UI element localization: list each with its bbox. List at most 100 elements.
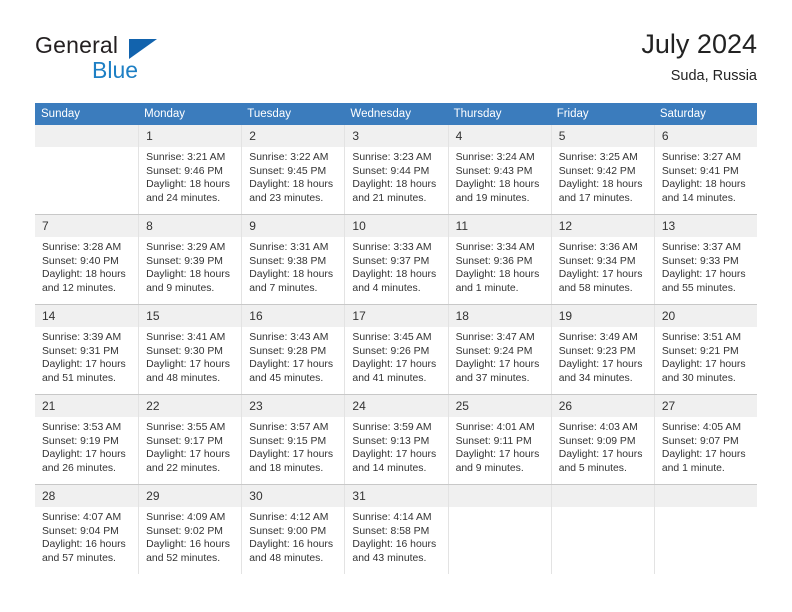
day-cell-inner [447, 485, 551, 574]
calendar-day-cell[interactable]: 29 Sunrise: 4:09 AM Sunset: 9:02 PM Dayligh… [138, 484, 242, 574]
calendar-day-cell[interactable]: 19 Sunrise: 3:49 AM Sunset: 9:23 PM Dayligh… [550, 304, 654, 395]
weekday-header-friday: Friday [550, 103, 654, 125]
sunset-text: Sunset: 9:04 PM [42, 525, 119, 537]
calendar-day-cell[interactable]: 26 Sunrise: 4:03 AM Sunset: 9:09 PM Dayligh… [550, 394, 654, 485]
calendar-day-cell[interactable]: 23 Sunrise: 3:57 AM Sunset: 9:15 PM Dayligh… [241, 394, 345, 485]
day-number: 29 [139, 485, 242, 507]
day-cell-inner [653, 485, 757, 574]
daylight-text-cont: and 1 minute. [455, 282, 519, 294]
day-cell-inner: 13 Sunrise: 3:37 AM Sunset: 9:33 PM Dayligh… [653, 215, 757, 304]
calendar-day-cell[interactable]: 18 Sunrise: 3:47 AM Sunset: 9:24 PM Dayligh… [447, 304, 551, 395]
daylight-text-cont: and 9 minutes. [146, 282, 215, 294]
daylight-text: Daylight: 16 hours [42, 539, 126, 551]
calendar-day-cell[interactable]: 15 Sunrise: 3:41 AM Sunset: 9:30 PM Dayligh… [138, 304, 242, 395]
daylight-text: Daylight: 18 hours [249, 269, 334, 281]
sunset-text: Sunset: 9:30 PM [146, 345, 223, 357]
calendar-day-cell[interactable]: 22 Sunrise: 3:55 AM Sunset: 9:17 PM Dayligh… [138, 394, 242, 485]
calendar-day-cell[interactable]: 5 Sunrise: 3:25 AM Sunset: 9:42 PM Daylight… [550, 125, 654, 215]
day-cell-inner: 15 Sunrise: 3:41 AM Sunset: 9:30 PM Dayligh… [138, 305, 242, 394]
calendar-empty-cell [653, 484, 757, 574]
sunset-text: Sunset: 9:34 PM [558, 255, 636, 267]
calendar-day-cell[interactable]: 28 Sunrise: 4:07 AM Sunset: 9:04 PM Dayligh… [35, 484, 139, 574]
day-details: Sunrise: 3:41 AM Sunset: 9:30 PM Daylight:… [139, 327, 241, 385]
day-cell-inner: 6 Sunrise: 3:27 AM Sunset: 9:41 PM Daylight… [653, 125, 757, 214]
daylight-text-cont: and 4 minutes. [352, 282, 421, 294]
calendar-day-cell[interactable]: 1 Sunrise: 3:21 AM Sunset: 9:46 PM Daylight… [138, 125, 242, 215]
daylight-text-cont: and 51 minutes. [42, 372, 116, 384]
day-number [448, 485, 551, 507]
calendar-day-cell[interactable]: 21 Sunrise: 3:53 AM Sunset: 9:19 PM Dayligh… [35, 394, 139, 485]
daylight-text: Daylight: 17 hours [661, 269, 746, 281]
day-number: 18 [448, 305, 551, 327]
calendar-day-cell[interactable]: 31 Sunrise: 4:14 AM Sunset: 8:58 PM Dayligh… [344, 484, 448, 574]
calendar-day-cell[interactable]: 27 Sunrise: 4:05 AM Sunset: 9:07 PM Dayligh… [653, 394, 757, 485]
day-cell-inner: 19 Sunrise: 3:49 AM Sunset: 9:23 PM Dayligh… [550, 305, 654, 394]
calendar-day-cell[interactable]: 8 Sunrise: 3:29 AM Sunset: 9:39 PM Daylight… [138, 214, 242, 305]
day-details: Sunrise: 4:12 AM Sunset: 9:00 PM Daylight:… [242, 507, 344, 565]
calendar-day-cell[interactable]: 4 Sunrise: 3:24 AM Sunset: 9:43 PM Daylight… [447, 125, 551, 215]
day-details: Sunrise: 4:03 AM Sunset: 9:09 PM Daylight:… [552, 417, 654, 475]
day-number: 13 [654, 215, 757, 237]
calendar-day-cell[interactable]: 20 Sunrise: 3:51 AM Sunset: 9:21 PM Dayligh… [653, 304, 757, 395]
daylight-text-cont: and 37 minutes. [455, 372, 530, 384]
weekday-header-monday: Monday [138, 103, 242, 125]
calendar-day-cell[interactable]: 2 Sunrise: 3:22 AM Sunset: 9:45 PM Daylight… [241, 125, 345, 215]
day-cell-inner: 18 Sunrise: 3:47 AM Sunset: 9:24 PM Dayligh… [447, 305, 551, 394]
calendar-day-cell[interactable]: 7 Sunrise: 3:28 AM Sunset: 9:40 PM Daylight… [35, 214, 139, 305]
sunrise-text: Sunrise: 3:59 AM [352, 422, 432, 433]
day-number: 4 [448, 125, 551, 147]
calendar-day-cell[interactable]: 9 Sunrise: 3:31 AM Sunset: 9:38 PM Daylight… [241, 214, 345, 305]
calendar-day-cell[interactable]: 11 Sunrise: 3:34 AM Sunset: 9:36 PM Dayligh… [447, 214, 551, 305]
calendar-day-cell[interactable]: 3 Sunrise: 3:23 AM Sunset: 9:44 PM Daylight… [344, 125, 448, 215]
day-cell-inner: 1 Sunrise: 3:21 AM Sunset: 9:46 PM Daylight… [138, 125, 242, 214]
day-details: Sunrise: 3:49 AM Sunset: 9:23 PM Daylight:… [552, 327, 654, 385]
logo-text-blue: Blue [92, 57, 139, 83]
day-number: 28 [35, 485, 139, 507]
day-number: 5 [551, 125, 654, 147]
sunset-text: Sunset: 9:42 PM [558, 165, 636, 177]
sunrise-text: Sunrise: 3:22 AM [249, 152, 329, 163]
day-cell-inner: 24 Sunrise: 3:59 AM Sunset: 9:13 PM Dayligh… [344, 395, 448, 484]
calendar-day-cell[interactable]: 14 Sunrise: 3:39 AM Sunset: 9:31 PM Dayligh… [35, 304, 139, 395]
calendar-day-cell[interactable]: 25 Sunrise: 4:01 AM Sunset: 9:11 PM Dayligh… [447, 394, 551, 485]
daylight-text: Daylight: 18 hours [352, 269, 437, 281]
calendar-day-cell[interactable]: 17 Sunrise: 3:45 AM Sunset: 9:26 PM Dayligh… [344, 304, 448, 395]
calendar-day-cell[interactable]: 24 Sunrise: 3:59 AM Sunset: 9:13 PM Dayligh… [344, 394, 448, 485]
calendar-week-row: 1 Sunrise: 3:21 AM Sunset: 9:46 PM Daylight… [35, 125, 757, 215]
day-details: Sunrise: 3:53 AM Sunset: 9:19 PM Daylight:… [35, 417, 138, 475]
calendar-week-row: 14 Sunrise: 3:39 AM Sunset: 9:31 PM Dayligh… [35, 304, 757, 395]
daylight-text: Daylight: 17 hours [352, 449, 437, 461]
calendar-day-cell[interactable]: 30 Sunrise: 4:12 AM Sunset: 9:00 PM Dayligh… [241, 484, 345, 574]
calendar-day-cell[interactable]: 12 Sunrise: 3:36 AM Sunset: 9:34 PM Dayligh… [550, 214, 654, 305]
day-details: Sunrise: 3:34 AM Sunset: 9:36 PM Daylight:… [449, 237, 551, 295]
calendar-day-cell[interactable]: 13 Sunrise: 3:37 AM Sunset: 9:33 PM Dayligh… [653, 214, 757, 305]
calendar-day-cell[interactable]: 16 Sunrise: 3:43 AM Sunset: 9:28 PM Dayligh… [241, 304, 345, 395]
day-details: Sunrise: 3:57 AM Sunset: 9:15 PM Daylight:… [242, 417, 344, 475]
calendar-day-cell[interactable]: 10 Sunrise: 3:33 AM Sunset: 9:37 PM Dayligh… [344, 214, 448, 305]
day-details: Sunrise: 3:29 AM Sunset: 9:39 PM Daylight:… [139, 237, 241, 295]
day-cell-inner: 23 Sunrise: 3:57 AM Sunset: 9:15 PM Dayligh… [241, 395, 345, 484]
sunrise-text: Sunrise: 3:29 AM [146, 242, 226, 253]
day-cell-inner: 29 Sunrise: 4:09 AM Sunset: 9:02 PM Dayligh… [138, 485, 242, 574]
day-number: 1 [139, 125, 242, 147]
sunrise-text: Sunrise: 3:49 AM [558, 332, 638, 343]
day-details: Sunrise: 3:43 AM Sunset: 9:28 PM Daylight:… [242, 327, 344, 385]
day-details: Sunrise: 3:21 AM Sunset: 9:46 PM Daylight:… [139, 147, 241, 205]
day-cell-inner: 12 Sunrise: 3:36 AM Sunset: 9:34 PM Dayligh… [550, 215, 654, 304]
sunrise-text: Sunrise: 3:23 AM [352, 152, 432, 163]
sunrise-text: Sunrise: 3:41 AM [146, 332, 226, 343]
daylight-text: Daylight: 18 hours [455, 269, 540, 281]
sunrise-text: Sunrise: 3:37 AM [661, 242, 741, 253]
weekday-header-thursday: Thursday [447, 103, 551, 125]
daylight-text: Daylight: 18 hours [42, 269, 126, 281]
sunrise-text: Sunrise: 4:12 AM [249, 512, 329, 523]
calendar-empty-cell [447, 484, 551, 574]
calendar-day-cell[interactable]: 6 Sunrise: 3:27 AM Sunset: 9:41 PM Daylight… [653, 125, 757, 215]
daylight-text: Daylight: 17 hours [42, 449, 126, 461]
day-cell-inner [550, 485, 654, 574]
calendar-week-row: 28 Sunrise: 4:07 AM Sunset: 9:04 PM Dayligh… [35, 484, 757, 574]
daylight-text-cont: and 14 minutes. [661, 192, 736, 204]
day-details: Sunrise: 3:28 AM Sunset: 9:40 PM Daylight:… [35, 237, 138, 295]
day-number: 10 [345, 215, 448, 237]
sunset-text: Sunset: 9:45 PM [249, 165, 327, 177]
